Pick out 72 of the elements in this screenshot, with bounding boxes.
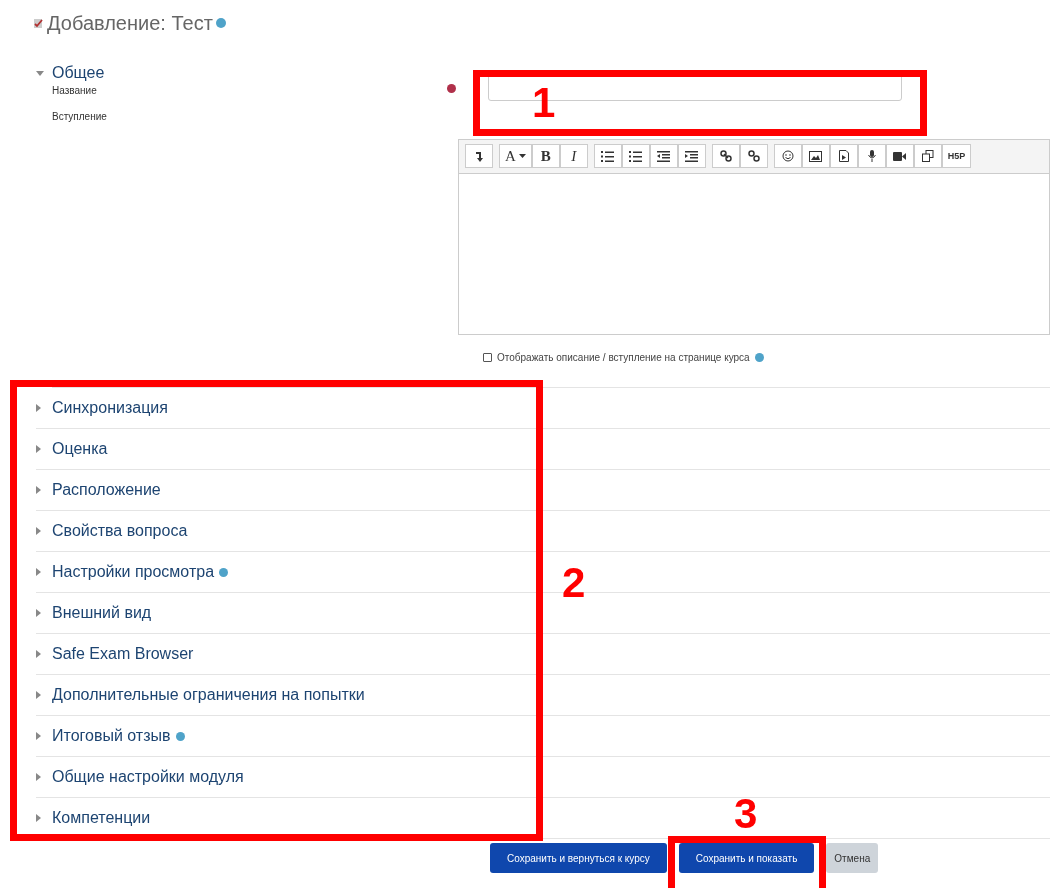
checkbox-label[interactable]: Отображать описание / вступление на странице курса — [497, 352, 750, 363]
save-button[interactable]: Сохранить и показать — [678, 843, 815, 873]
numbers-button[interactable] — [621, 144, 650, 168]
smiley-icon — [781, 150, 794, 162]
caret-icon[interactable] — [36, 486, 41, 494]
redo-button[interactable] — [465, 144, 493, 168]
emoji-button[interactable] — [773, 144, 802, 168]
section-title[interactable]: Общие настройки модуля — [52, 768, 244, 786]
checkbox[interactable] — [483, 353, 492, 362]
mic-button[interactable] — [857, 144, 886, 168]
field-label: Вступление — [52, 111, 108, 122]
image-button[interactable] — [801, 144, 830, 168]
caret-icon[interactable] — [36, 609, 41, 617]
video-button[interactable] — [885, 144, 914, 168]
link-button[interactable] — [711, 144, 740, 168]
help-icon[interactable] — [219, 567, 229, 577]
cancel-button[interactable]: Отмена — [826, 843, 879, 873]
font-button[interactable]: A — [499, 144, 532, 168]
image-icon — [809, 150, 823, 162]
list-icon — [601, 150, 615, 162]
caret-icon[interactable] — [36, 70, 44, 76]
outdent-button[interactable] — [649, 144, 678, 168]
field-label: Название — [52, 85, 98, 96]
section-title[interactable]: Настройки просмотра — [52, 563, 215, 581]
quiz-icon — [32, 17, 44, 29]
section-title[interactable]: Общее — [52, 64, 105, 82]
help-icon[interactable] — [754, 353, 764, 362]
caret-icon[interactable] — [36, 773, 41, 781]
caret-icon[interactable] — [36, 732, 41, 740]
section-title[interactable]: Синхронизация — [52, 399, 168, 417]
section-title[interactable]: Оценка — [52, 440, 108, 458]
text-editor[interactable]: A B I H5P — [458, 139, 1050, 335]
caret-icon[interactable] — [36, 814, 41, 822]
indent-icon — [657, 150, 671, 162]
indent-button[interactable] — [677, 144, 706, 168]
section-title[interactable]: Дополнительные ограничения на попытки — [52, 686, 365, 704]
microphone-icon — [867, 150, 876, 162]
arrow-icon — [475, 150, 483, 162]
annotation-number: 1 — [532, 86, 556, 120]
caret-icon[interactable] — [36, 445, 41, 453]
page-title: Добавление: Тест — [47, 11, 213, 35]
copy-icon — [921, 150, 934, 162]
caret-icon[interactable] — [36, 404, 41, 412]
section-title[interactable]: Компетенции — [52, 809, 151, 827]
section-title[interactable]: Свойства вопроса — [52, 522, 188, 540]
file-icon — [838, 150, 849, 162]
unlink-button[interactable] — [739, 144, 768, 168]
bullets-button[interactable] — [593, 144, 622, 168]
caret-icon[interactable] — [36, 650, 41, 658]
annotation-number: 3 — [734, 797, 758, 831]
help-icon[interactable] — [175, 731, 185, 741]
media-button[interactable] — [829, 144, 858, 168]
caret-icon[interactable] — [36, 527, 41, 535]
section-title[interactable]: Расположение — [52, 481, 161, 499]
section-title[interactable]: Внешний вид — [52, 604, 152, 622]
annotation-number: 2 — [562, 566, 586, 600]
h5p-button[interactable]: H5P — [941, 144, 972, 168]
help-icon[interactable] — [215, 18, 226, 28]
caret-icon — [518, 154, 526, 158]
section-title[interactable]: Safe Exam Browser — [52, 645, 194, 663]
italic-button[interactable]: I — [559, 144, 588, 168]
section-title[interactable]: Итоговый отзыв — [52, 727, 171, 745]
indent-icon — [685, 150, 699, 162]
save-button[interactable]: Сохранить и вернуться к курсу — [490, 843, 667, 873]
caret-icon[interactable] — [36, 568, 41, 576]
link-icon — [719, 150, 732, 162]
caret-icon[interactable] — [36, 691, 41, 699]
video-camera-icon — [893, 151, 907, 161]
bold-button[interactable]: B — [531, 144, 560, 168]
copy-button[interactable] — [913, 144, 942, 168]
list-icon — [629, 150, 643, 162]
broken-link-icon — [747, 150, 760, 162]
